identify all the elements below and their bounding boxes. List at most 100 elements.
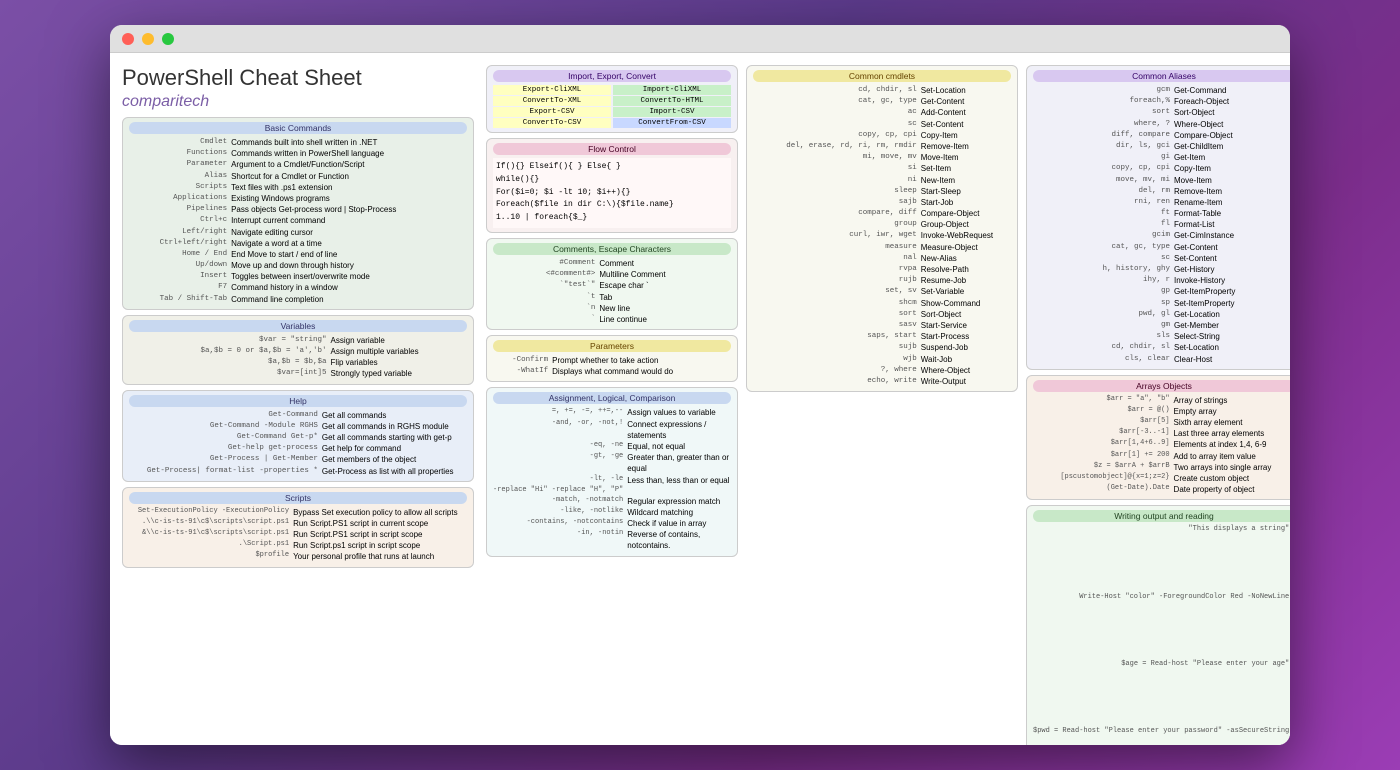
basic-commands-row: Ctrl+left/rightNavigate a word at a time [129,238,467,249]
comment-val: Comment [599,258,731,269]
alias-key: del, rm [1033,186,1174,197]
alias-val: Clear-Host [1174,354,1290,365]
alias-val: Get-CimInstance [1174,230,1290,241]
help-row: Get-Command -Module RGHSGet all commands… [129,421,467,432]
cmdlet-key: mi, move, mv [753,152,921,163]
alias-val: Invoke-History [1174,275,1290,286]
alias-val: Select-String [1174,331,1290,342]
help-key: Get-help get-process [129,443,322,454]
basic-cmd-key: Home / End [129,249,231,260]
array-key: $arr[-3..-1] [1033,428,1174,439]
comments-row: `nNew line [493,303,731,314]
common-aliases-row: slsSelect-String [1033,331,1290,342]
assign-key: -like, -notlike [493,507,627,518]
basic-cmd-val: Command line completion [231,294,467,305]
cmdlet-val: Start-Sleep [921,186,1011,197]
array-key: (Get-Date).Date [1033,484,1174,495]
array-val: Two arrays into single array [1174,462,1290,473]
array-val: Date property of object [1174,484,1290,495]
common-cmdlets-row: del, erase, rd, ri, rm, rmdirRemove-Item [753,141,1011,152]
basic-cmd-key: Ctrl+left/right [129,238,231,249]
param-val: Prompt whether to take action [552,355,731,366]
comment-key: `"test`" [493,280,599,291]
common-aliases-row: pwd, glGet-Location [1033,309,1290,320]
cmdlet-key: sc [753,119,921,130]
assignment-row: -gt, -geGreater than, greater than or eq… [493,452,731,474]
arrays-objects-section: Arrays Objects $arr = "a", "b"Array of s… [1026,375,1290,501]
cmdlet-val: Where-Object [921,365,1011,376]
alias-val: Where-Object [1174,119,1290,130]
basic-commands-row: Tab / Shift-TabCommand line completion [129,294,467,305]
array-val: Array of strings [1174,395,1290,406]
flow-control-section: Flow Control If(){} Elseif(){ } Else{ }w… [486,138,738,233]
minimize-button[interactable] [142,33,154,45]
scripts-row: .\Script.ps1Run Script.ps1 script in scr… [129,540,467,551]
close-button[interactable] [122,33,134,45]
array-val: Create custom object [1174,473,1290,484]
basic-commands-section: Basic Commands CmdletCommands built into… [122,117,474,310]
common-aliases-row: del, rmRemove-Item [1033,186,1290,197]
alias-val: Format-Table [1174,208,1290,219]
scripts-row: .\\c-is-ts-91\c$\scripts\script.ps1Run S… [129,518,467,529]
flow-control-item: For($i=0; $i -lt 10; $i++){} [496,187,728,200]
array-key: [pscustomobject]@{x=1;z=2} [1033,473,1174,484]
alias-key: rni, ren [1033,197,1174,208]
comments-table: #CommentComment<#comment#>Multiline Comm… [493,258,731,325]
cmdlet-key: measure [753,242,921,253]
import-cell-val: ConvertTo-HTML [613,96,731,106]
scripts-key: &\\c-is-ts-91\c$\scripts\script.ps1 [129,529,293,540]
cmdlet-key: sajb [753,197,921,208]
basic-cmd-key: Cmdlet [129,137,231,148]
array-key: $arr[5] [1033,417,1174,428]
main-title: PowerShell Cheat Sheet comparitech [122,65,474,111]
cmdlet-val: New-Item [921,175,1011,186]
assignment-table: =, +=, -=, ++=,--Assign values to variab… [493,407,731,551]
cmdlet-key: group [753,219,921,230]
flow-control-item: Foreach($file in dir C:\){$file.name} [496,199,728,212]
help-table: Get-CommandGet all commandsGet-Command -… [129,410,467,477]
common-aliases-row: gmGet-Member [1033,320,1290,331]
common-aliases-title: Common Aliases [1033,70,1290,82]
basic-cmd-key: F7 [129,282,231,293]
cmdlet-val: Write-Output [921,376,1011,387]
basic-cmd-val: Pass objects Get-process word | Stop-Pro… [231,204,467,215]
common-cmdlets-row: measureMeasure-Object [753,242,1011,253]
cmdlet-val: Invoke-WebRequest [921,230,1011,241]
alias-key: dir, ls, gci [1033,141,1174,152]
import-cell-key: Export-CSV [493,107,611,117]
cmdlet-key: ac [753,107,921,118]
common-aliases-row: cd, chdir, slSet-Location [1033,342,1290,353]
basic-commands-row: FunctionsCommands written in PowerShell … [129,148,467,159]
basic-commands-row: Ctrl+cInterrupt current command [129,215,467,226]
variables-row: $a,$b = $b,$aFlip variables [129,357,467,368]
common-cmdlets-row: scSet-Content [753,119,1011,130]
alias-val: Get-Item [1174,152,1290,163]
common-cmdlets-row: sujbSuspend-Job [753,342,1011,353]
help-val: Get-Process as list with all properties [322,466,467,477]
flow-control-item: If(){} Elseif(){ } Else{ } [496,161,728,174]
comments-row: `Line continue [493,314,731,325]
basic-commands-row: AliasShortcut for a Cmdlet or Function [129,171,467,182]
flow-control-item: while(){} [496,174,728,187]
alias-val: Set-Location [1174,342,1290,353]
basic-commands-row: PipelinesPass objects Get-process word |… [129,204,467,215]
assignment-row: -lt, -leLess than, less than or equal [493,475,731,486]
arrays-objects-row: $arr[-3..-1]Last three array elements [1033,428,1290,439]
scripts-row: $profileYour personal profile that runs … [129,551,467,562]
cmdlet-key: echo, write [753,376,921,387]
assign-val: Greater than, greater than or equal [627,452,731,474]
comments-row: `"test`"Escape char ` [493,280,731,291]
alias-key: diff, compare [1033,130,1174,141]
variables-row: $var=[int]5Strongly typed variable [129,368,467,379]
param-key: -Confirm [493,355,552,366]
maximize-button[interactable] [162,33,174,45]
common-cmdlets-row: echo, writeWrite-Output [753,376,1011,387]
alias-val: Get-History [1174,264,1290,275]
help-val: Get help for command [322,443,467,454]
alias-val: Get-ChildItem [1174,141,1290,152]
basic-cmd-key: Pipelines [129,204,231,215]
writing-key: "This displays a string" [1033,525,1290,592]
comment-key: `t [493,292,599,303]
cmdlet-val: Show-Command [921,298,1011,309]
titlebar [110,25,1290,53]
